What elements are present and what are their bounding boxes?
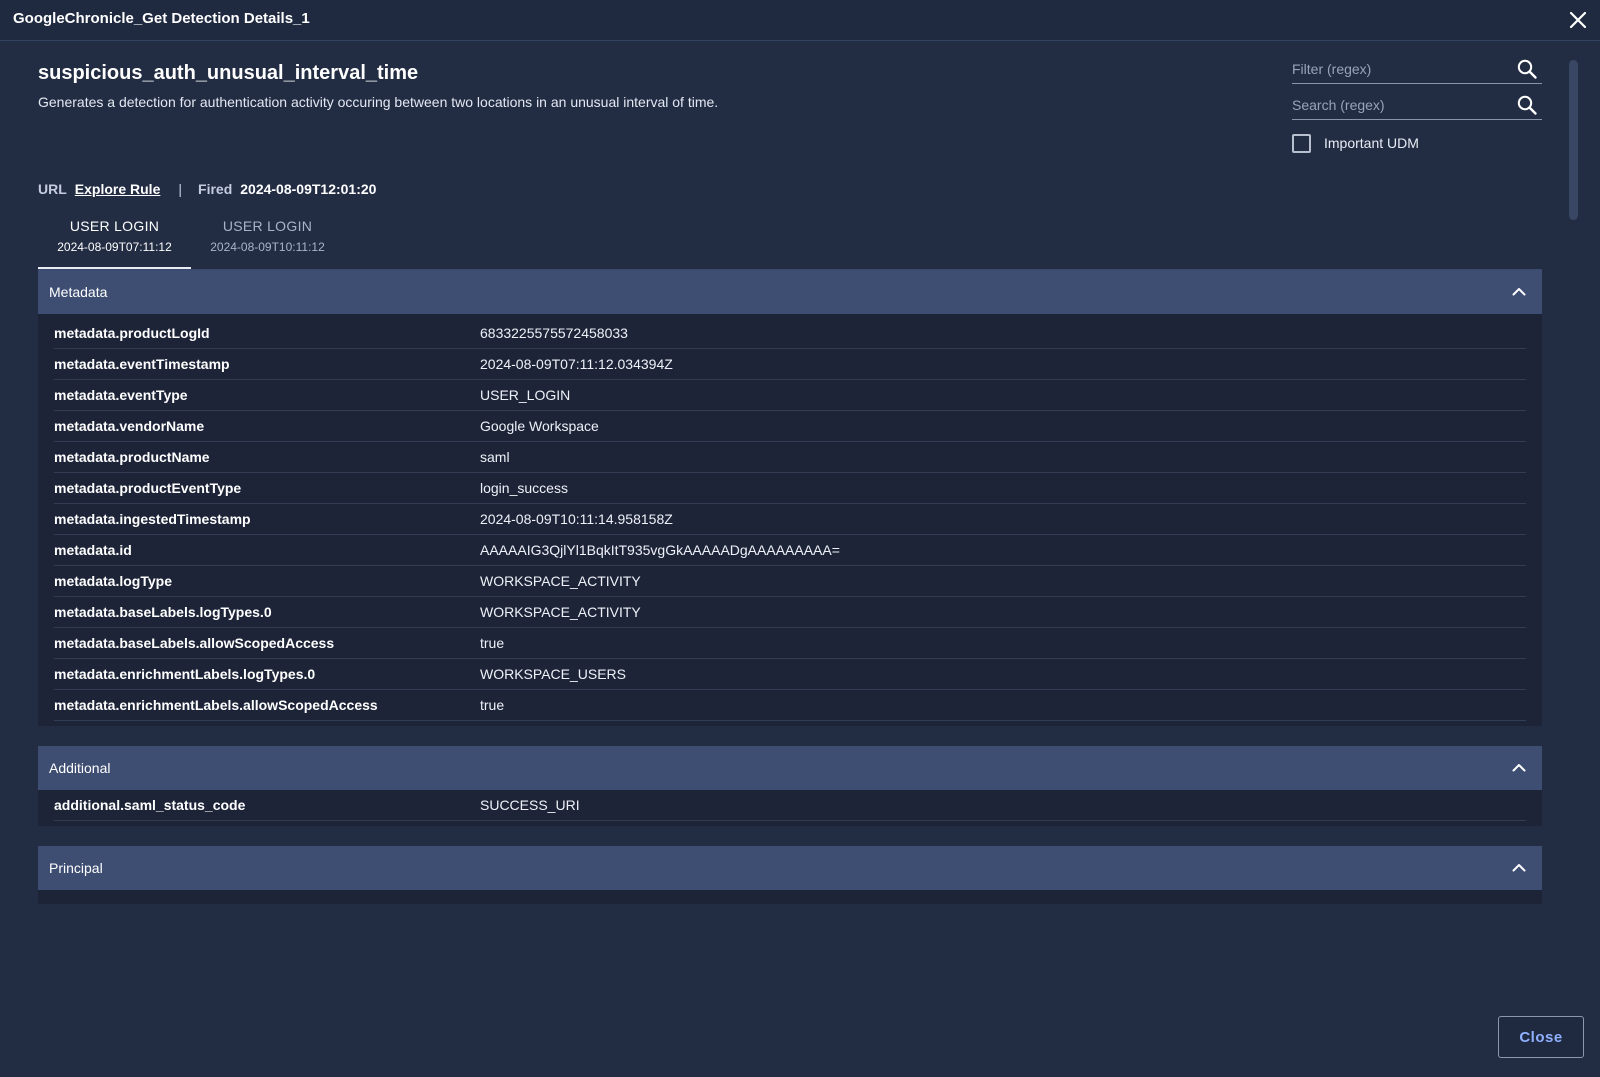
tab-label: USER LOGIN [222, 218, 313, 234]
detection-meta: URL Explore Rule | Fired 2024-08-09T12:0… [38, 181, 376, 197]
field-key: metadata.baseLabels.logTypes.0 [54, 604, 272, 620]
window-title: GoogleChronicle_Get Detection Details_1 [13, 10, 310, 27]
field-key: metadata.id [54, 542, 132, 558]
field-value: 2024-08-09T10:11:14.958158Z [480, 511, 673, 527]
tab-date: 2024-08-09T07:11:12 [57, 240, 172, 254]
fired-label: Fired [198, 181, 233, 197]
table-row: metadata.id AAAAAIG3QjlYl1BqkItT935vgGkA… [54, 535, 1526, 566]
field-value: WORKSPACE_ACTIVITY [480, 573, 641, 589]
important-udm-checkbox[interactable] [1292, 133, 1311, 153]
table-row: metadata.baseLabels.allowScopedAccess tr… [54, 628, 1526, 659]
scrollbar[interactable] [1569, 60, 1578, 220]
tab-user-login-2[interactable]: USER LOGIN 2024-08-09T10:11:12 [191, 212, 344, 270]
table-row: metadata.ingestedTimestamp 2024-08-09T10… [54, 504, 1526, 535]
fired-value: 2024-08-09T12:01:20 [240, 181, 377, 197]
field-key: metadata.logType [54, 573, 172, 589]
metadata-section-body: metadata.productLogId 683322557557245803… [38, 314, 1542, 726]
close-button[interactable]: Close [1498, 1016, 1584, 1058]
table-row: metadata.productName saml [54, 442, 1526, 473]
field-key: metadata.baseLabels.allowScopedAccess [54, 635, 335, 651]
field-key: metadata.eventTimestamp [54, 356, 230, 372]
field-value: Google Workspace [480, 418, 599, 434]
table-row: metadata.eventTimestamp 2024-08-09T07:11… [54, 349, 1526, 380]
meta-separator: | [178, 181, 183, 197]
tab-user-login-1[interactable]: USER LOGIN 2024-08-09T07:11:12 [38, 212, 191, 270]
field-value: USER_LOGIN [480, 387, 571, 403]
field-key: metadata.vendorName [54, 418, 205, 434]
table-row: metadata.baseLabels.logTypes.0 WORKSPACE… [54, 597, 1526, 628]
section-title: Additional [49, 760, 111, 776]
field-key: metadata.ingestedTimestamp [54, 511, 251, 527]
explore-rule-link[interactable]: Explore Rule [75, 181, 161, 197]
table-row: metadata.logType WORKSPACE_ACTIVITY [54, 566, 1526, 597]
table-row: metadata.productLogId 683322557557245803… [54, 318, 1526, 349]
table-row: metadata.vendorName Google Workspace [54, 411, 1526, 442]
field-key: metadata.eventType [54, 387, 188, 403]
field-value: AAAAAIG3QjlYl1BqkItT935vgGkAAAAADgAAAAAA… [480, 542, 840, 558]
search-field [1292, 92, 1542, 120]
table-row: additional.saml_status_code SUCCESS_URI [54, 790, 1526, 821]
search-input[interactable] [1292, 92, 1512, 118]
close-icon[interactable] [1566, 8, 1590, 32]
field-key: metadata.productEventType [54, 480, 242, 496]
field-value: WORKSPACE_USERS [480, 666, 626, 682]
tab-date: 2024-08-09T10:11:12 [210, 240, 325, 254]
additional-section-header[interactable]: Additional [38, 746, 1542, 790]
field-key: metadata.productLogId [54, 325, 210, 341]
search-icon[interactable] [1516, 94, 1538, 116]
chevron-up-icon[interactable] [1510, 859, 1528, 877]
filter-field [1292, 56, 1542, 84]
field-value: SUCCESS_URI [480, 797, 580, 813]
important-udm-label: Important UDM [1324, 135, 1419, 151]
table-row: metadata.eventType USER_LOGIN [54, 380, 1526, 411]
section-title: Metadata [49, 284, 108, 300]
event-tabs: USER LOGIN 2024-08-09T07:11:12 USER LOGI… [38, 212, 344, 270]
field-key: metadata.productName [54, 449, 210, 465]
field-key: metadata.enrichmentLabels.allowScopedAcc… [54, 697, 378, 713]
chevron-up-icon[interactable] [1510, 283, 1528, 301]
field-value: true [480, 635, 505, 651]
important-udm-toggle[interactable]: Important UDM [1292, 132, 1419, 154]
metadata-section-header[interactable]: Metadata [38, 270, 1542, 314]
url-label: URL [38, 181, 67, 197]
field-value: saml [480, 449, 510, 465]
section-title: Principal [49, 860, 103, 876]
filter-input[interactable] [1292, 56, 1512, 82]
additional-section-body: additional.saml_status_code SUCCESS_URI [38, 790, 1542, 826]
tab-label: USER LOGIN [69, 218, 160, 234]
table-row: metadata.productEventType login_success [54, 473, 1526, 504]
table-row: metadata.enrichmentLabels.allowScopedAcc… [54, 690, 1526, 721]
search-icon[interactable] [1516, 58, 1538, 80]
field-value: true [480, 697, 505, 713]
title-bar: GoogleChronicle_Get Detection Details_1 [0, 0, 1600, 41]
field-value: 6833225575572458033 [480, 325, 628, 341]
field-key: additional.saml_status_code [54, 797, 246, 813]
table-row: metadata.enrichmentLabels.logTypes.0 WOR… [54, 659, 1526, 690]
chevron-up-icon[interactable] [1510, 759, 1528, 777]
rule-description: Generates a detection for authentication… [38, 94, 719, 110]
principal-section-header[interactable]: Principal [38, 846, 1542, 890]
field-value: login_success [480, 480, 568, 496]
field-key: metadata.enrichmentLabels.logTypes.0 [54, 666, 316, 682]
field-value: 2024-08-09T07:11:12.034394Z [480, 356, 673, 372]
rule-name: suspicious_auth_unusual_interval_time [38, 62, 419, 84]
principal-section-body [38, 890, 1542, 904]
field-value: WORKSPACE_ACTIVITY [480, 604, 641, 620]
